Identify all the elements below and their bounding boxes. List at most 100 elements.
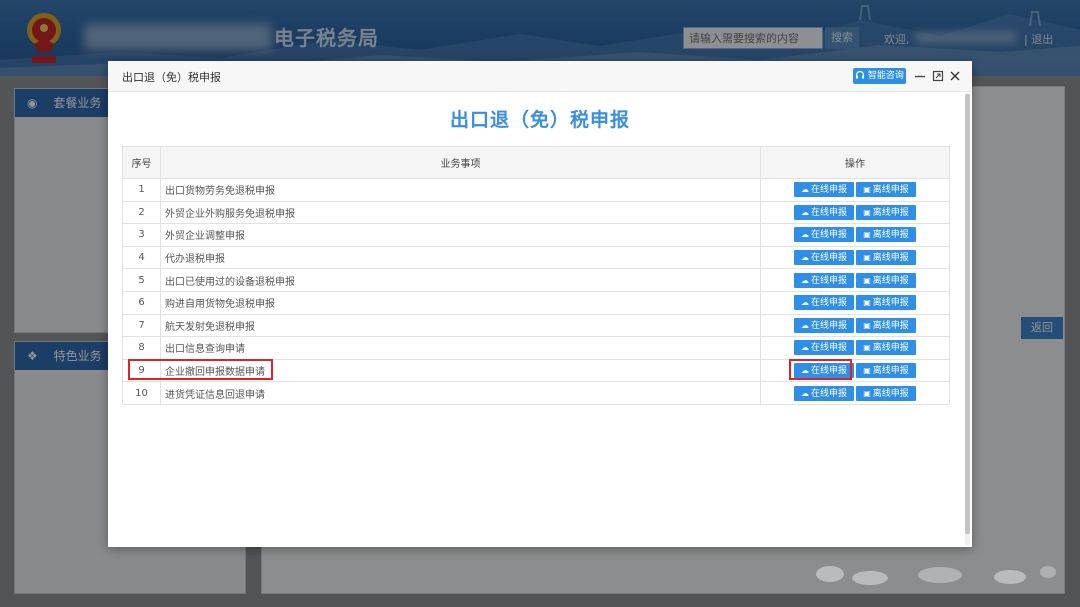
row-item-name: 出口货物劳务免退税申报 xyxy=(160,178,761,202)
row-actions: ☁ 在线申报 ▣ 离线申报 xyxy=(760,223,950,247)
row-item-name: 外贸企业外购服务免退税申报 xyxy=(160,200,761,225)
monitor-icon: ▣ xyxy=(863,298,871,308)
online-declare-button[interactable]: ☁ 在线申报 xyxy=(794,227,854,243)
column-header-num: 序号 xyxy=(122,146,161,179)
offline-declare-button[interactable]: ▣ 离线申报 xyxy=(856,204,916,220)
headset-icon xyxy=(855,70,865,79)
row-actions: ☁ 在线申报 ▣ 离线申报 xyxy=(760,200,950,225)
online-declare-label: 在线申报 xyxy=(810,185,847,196)
offline-declare-button[interactable]: ▣ 离线申报 xyxy=(856,363,916,379)
tax-declaration-modal: 出口退（免）税申报 智能咨询 出口退（免）税申报 序号 业务事项 操作 1 出口货… xyxy=(108,61,972,547)
smart-consult-button[interactable]: 智能咨询 xyxy=(853,68,906,84)
table-row: 7 航天发射免退税申报 ☁ 在线申报 ▣ 离线申报 xyxy=(122,313,950,338)
offline-declare-label: 离线申报 xyxy=(872,320,909,331)
row-number: 4 xyxy=(122,245,161,270)
row-number: 5 xyxy=(122,268,161,292)
online-declare-button[interactable]: ☁ 在线申报 xyxy=(794,340,854,356)
table-row: 10 进货凭证信息回退申请 ☁ 在线申报 ▣ 离线申报 xyxy=(122,381,950,405)
cloud-upload-icon: ☁ xyxy=(800,275,809,285)
table-row: 3 外贸企业调整申报 ☁ 在线申报 ▣ 离线申报 xyxy=(122,223,950,247)
offline-declare-label: 离线申报 xyxy=(872,253,909,264)
online-declare-button[interactable]: ☁ 在线申报 xyxy=(794,250,854,266)
row-actions: ☁ 在线申报 ▣ 离线申报 xyxy=(760,381,950,405)
monitor-icon: ▣ xyxy=(863,253,871,263)
maximize-icon[interactable] xyxy=(931,69,945,83)
monitor-icon: ▣ xyxy=(863,320,871,330)
row-item-name: 代办退税申报 xyxy=(160,245,761,270)
row-item-name: 进货凭证信息回退申请 xyxy=(160,381,761,405)
offline-declare-button[interactable]: ▣ 离线申报 xyxy=(856,295,916,311)
offline-declare-label: 离线申报 xyxy=(872,275,909,286)
offline-declare-label: 离线申报 xyxy=(872,185,909,196)
offline-declare-label: 离线申报 xyxy=(872,207,909,218)
offline-declare-label: 离线申报 xyxy=(872,366,909,377)
row-number: 1 xyxy=(122,178,161,202)
cloud-upload-icon: ☁ xyxy=(800,207,809,217)
monitor-icon: ▣ xyxy=(863,388,871,398)
offline-declare-button[interactable]: ▣ 离线申报 xyxy=(856,250,916,266)
online-declare-button[interactable]: ☁ 在线申报 xyxy=(794,182,854,198)
monitor-icon: ▣ xyxy=(863,366,871,376)
smart-consult-label: 智能咨询 xyxy=(867,71,904,81)
cloud-upload-icon: ☁ xyxy=(800,388,809,398)
row-number: 8 xyxy=(122,336,161,360)
online-declare-label: 在线申报 xyxy=(810,275,847,286)
online-declare-button[interactable]: ☁ 在线申报 xyxy=(794,272,854,288)
cloud-upload-icon: ☁ xyxy=(800,253,809,263)
row-number: 3 xyxy=(122,223,161,247)
online-declare-label: 在线申报 xyxy=(810,320,847,331)
online-declare-button[interactable]: ☁ 在线申报 xyxy=(794,204,854,220)
row-actions: ☁ 在线申报 ▣ 离线申报 xyxy=(760,313,950,338)
row-actions: ☁ 在线申报 ▣ 离线申报 xyxy=(760,245,950,270)
monitor-icon: ▣ xyxy=(863,230,871,240)
modal-scrollbar-thumb[interactable] xyxy=(965,94,970,534)
online-declare-button[interactable]: ☁ 在线申报 xyxy=(794,385,854,401)
offline-declare-button[interactable]: ▣ 离线申报 xyxy=(856,317,916,333)
table-row: 8 出口信息查询申请 ☁ 在线申报 ▣ 离线申报 xyxy=(122,336,950,360)
row-actions: ☁ 在线申报 ▣ 离线申报 xyxy=(760,336,950,360)
minimize-icon[interactable] xyxy=(913,69,927,83)
offline-declare-button[interactable]: ▣ 离线申报 xyxy=(856,385,916,401)
highlight-box-row9-online xyxy=(789,359,852,380)
row-number: 10 xyxy=(122,381,161,405)
online-declare-label: 在线申报 xyxy=(810,388,847,399)
row-actions: ☁ 在线申报 ▣ 离线申报 xyxy=(760,290,950,315)
close-icon[interactable] xyxy=(948,69,962,83)
cloud-upload-icon: ☁ xyxy=(800,230,809,240)
offline-declare-label: 离线申报 xyxy=(872,388,909,399)
cloud-upload-icon: ☁ xyxy=(800,298,809,308)
monitor-icon: ▣ xyxy=(863,343,871,353)
row-item-name: 出口信息查询申请 xyxy=(160,336,761,360)
highlight-box-row9-item xyxy=(128,359,273,380)
table-row: 1 出口货物劳务免退税申报 ☁ 在线申报 ▣ 离线申报 xyxy=(122,178,950,202)
row-item-name: 购进自用货物免退税申报 xyxy=(160,290,761,315)
table-row: 4 代办退税申报 ☁ 在线申报 ▣ 离线申报 xyxy=(122,245,950,270)
modal-heading: 出口退（免）税申报 xyxy=(449,109,630,131)
cloud-upload-icon: ☁ xyxy=(800,185,809,195)
offline-declare-label: 离线申报 xyxy=(872,343,909,354)
row-number: 6 xyxy=(122,290,161,315)
row-item-name: 出口已使用过的设备退税申报 xyxy=(160,268,761,292)
row-item-name: 外贸企业调整申报 xyxy=(160,223,761,247)
row-number: 2 xyxy=(122,200,161,225)
row-actions: ☁ 在线申报 ▣ 离线申报 xyxy=(760,178,950,202)
online-declare-button[interactable]: ☁ 在线申报 xyxy=(794,317,854,333)
online-declare-label: 在线申报 xyxy=(810,207,847,218)
monitor-icon: ▣ xyxy=(863,275,871,285)
row-item-name: 航天发射免退税申报 xyxy=(160,313,761,338)
table-row: 6 购进自用货物免退税申报 ☁ 在线申报 ▣ 离线申报 xyxy=(122,290,950,315)
modal-title: 出口退（免）税申报 xyxy=(122,71,221,84)
cloud-upload-icon: ☁ xyxy=(800,320,809,330)
noise-artifact xyxy=(816,566,1056,585)
table-header-row: 序号 业务事项 操作 xyxy=(122,146,950,179)
offline-declare-button[interactable]: ▣ 离线申报 xyxy=(856,227,916,243)
offline-declare-button[interactable]: ▣ 离线申报 xyxy=(856,182,916,198)
offline-declare-button[interactable]: ▣ 离线申报 xyxy=(856,272,916,288)
modal-titlebar[interactable]: 出口退（免）税申报 智能咨询 xyxy=(108,61,972,92)
online-declare-label: 在线申报 xyxy=(810,298,847,309)
offline-declare-button[interactable]: ▣ 离线申报 xyxy=(856,340,916,356)
online-declare-button[interactable]: ☁ 在线申报 xyxy=(794,295,854,311)
monitor-icon: ▣ xyxy=(863,185,871,195)
offline-declare-label: 离线申报 xyxy=(872,230,909,241)
column-header-ops: 操作 xyxy=(760,146,950,179)
